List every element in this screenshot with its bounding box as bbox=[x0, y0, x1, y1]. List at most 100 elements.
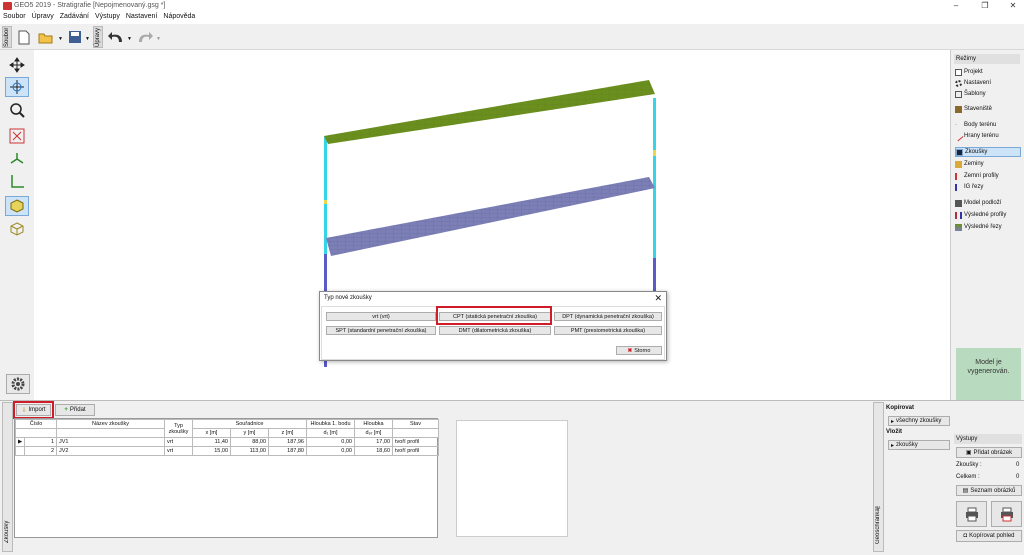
section-icon bbox=[955, 183, 962, 191]
solid-view-icon[interactable] bbox=[5, 196, 29, 216]
clipboard-panel: Kopírovat ▸ všechny zkoušky Vložit ▸ zkouš… bbox=[884, 402, 950, 552]
rotate-move-icon[interactable] bbox=[5, 77, 29, 97]
app-icon bbox=[3, 2, 12, 10]
chevron-down-icon[interactable]: ▼ bbox=[85, 36, 90, 42]
clipboard-tab[interactable]: Geoschránka™ bbox=[873, 402, 884, 552]
undo-icon[interactable] bbox=[107, 28, 125, 46]
test-type-spt-button[interactable]: SPT (standardní penetrační zkouška) bbox=[326, 326, 436, 335]
wireframe-view-icon[interactable] bbox=[5, 219, 29, 239]
list-icon: ▤ bbox=[962, 488, 969, 494]
menu-edit[interactable]: Úpravy bbox=[29, 12, 57, 21]
col-number: Číslo bbox=[15, 419, 57, 429]
test-type-borehole-button[interactable]: vrt (vrt) bbox=[326, 312, 436, 321]
cancel-button[interactable]: ✖ Storno bbox=[616, 346, 662, 355]
tests-count-value: 0 bbox=[1016, 462, 1020, 468]
test-type-dpt-button[interactable]: DPT (dynamická penetrační zkouška) bbox=[554, 312, 662, 321]
col-first-depth: Hloubka 1. bodu bbox=[306, 419, 355, 429]
menu-file[interactable]: Soubor bbox=[0, 12, 29, 21]
col-name: Název zkoušky bbox=[56, 419, 165, 429]
add-image-button[interactable]: ▣ Přidat obrázek bbox=[956, 447, 1022, 458]
template-icon bbox=[955, 90, 962, 98]
col-x: x [m] bbox=[192, 428, 231, 438]
camera-icon: ◘ bbox=[963, 533, 968, 539]
chevron-down-icon[interactable]: ▼ bbox=[127, 36, 132, 42]
col-y: y [m] bbox=[230, 428, 269, 438]
menu-help[interactable]: Nápověda bbox=[160, 12, 198, 21]
mode-soils[interactable]: Zeminy bbox=[955, 159, 1021, 169]
mode-subsoil-model[interactable]: Model podloží bbox=[955, 198, 1021, 208]
highlight-frame bbox=[13, 401, 54, 419]
col-dpr: dₚᵣ [m] bbox=[354, 428, 393, 438]
chevron-right-icon: ▸ bbox=[891, 418, 895, 425]
close-button[interactable]: ✕ bbox=[1002, 0, 1024, 12]
settings-gear-icon[interactable] bbox=[6, 374, 30, 394]
borehole-right bbox=[653, 98, 656, 258]
mode-result-profiles[interactable]: Výsledné profily bbox=[955, 210, 1021, 220]
bottom-tab-tests[interactable]: Zkoušky bbox=[2, 402, 13, 552]
point-icon: · bbox=[955, 121, 957, 128]
menu-settings[interactable]: Nastavení bbox=[123, 12, 161, 21]
menu-input[interactable]: Zadávání bbox=[57, 12, 92, 21]
paste-tests-button[interactable]: ▸ zkoušky bbox=[888, 440, 950, 450]
redo-icon[interactable] bbox=[136, 28, 154, 46]
dialog-title: Typ nové zkoušky bbox=[324, 295, 372, 301]
window-title: GEO5 2019 - Stratigrafie [Nepojmenovaný.… bbox=[14, 2, 166, 9]
zoom-icon[interactable] bbox=[5, 100, 29, 120]
mode-settings[interactable]: Nastavení bbox=[955, 78, 1021, 88]
open-folder-icon[interactable] bbox=[37, 28, 55, 46]
col-coordinates: Souřadnice bbox=[192, 419, 307, 429]
image-list-button[interactable]: ▤ Seznam obrázků bbox=[956, 485, 1022, 496]
mode-soil-profiles[interactable]: Zemní profily bbox=[955, 171, 1021, 181]
col-z: z [m] bbox=[268, 428, 307, 438]
table-row[interactable]: ▶ 1 JV1 vrt 11,40 88,00 187,96 0,00 17,0… bbox=[14, 437, 439, 447]
image-icon: ▣ bbox=[965, 450, 972, 456]
cancel-icon: ✖ bbox=[627, 347, 633, 354]
toolbar: Soubor ▼ ▼ Úpravy ▼ ▼ bbox=[0, 24, 1024, 50]
col-d1: d₁ [m] bbox=[306, 428, 355, 438]
mode-templates[interactable]: Šablony bbox=[955, 89, 1021, 99]
copy-view-button[interactable]: ◘ Kopírovat pohled bbox=[956, 530, 1022, 542]
borehole-test-icon bbox=[956, 148, 963, 156]
fit-view-icon[interactable] bbox=[5, 126, 29, 146]
save-icon[interactable] bbox=[66, 28, 84, 46]
preview-box bbox=[456, 420, 568, 537]
dialog-close-icon[interactable]: ✕ bbox=[654, 293, 662, 304]
axes-3d-icon[interactable] bbox=[5, 149, 29, 169]
col-state: Stav bbox=[392, 419, 439, 429]
mode-tests[interactable]: Zkoušky bbox=[955, 147, 1021, 157]
modes-header: Režimy bbox=[954, 54, 1020, 64]
outputs-header: Výstupy bbox=[954, 434, 1022, 444]
borehole-left bbox=[324, 136, 327, 254]
new-file-icon[interactable] bbox=[15, 28, 33, 46]
new-test-type-dialog: Typ nové zkoušky ✕ vrt (vrt) CPT (static… bbox=[319, 291, 667, 361]
menu-bar: Soubor Úpravy Zadávání Výstupy Nastavení Nápo… bbox=[0, 12, 1024, 24]
paste-label: Vložit bbox=[886, 429, 902, 435]
mode-project[interactable]: Projekt bbox=[955, 67, 1021, 77]
toolbar-tab-edit[interactable]: Úpravy bbox=[93, 26, 103, 48]
printer-preview-icon bbox=[1000, 507, 1013, 522]
mode-site[interactable]: Staveniště bbox=[955, 104, 1021, 114]
print-preview-button[interactable] bbox=[991, 501, 1022, 527]
table-row[interactable]: 2 JV2 vrt 15,00 113,00 187,80 0,00 18,60… bbox=[14, 446, 439, 456]
add-button[interactable]: + Přidat bbox=[55, 404, 95, 416]
toolbar-tab-file[interactable]: Soubor bbox=[2, 26, 12, 48]
mode-result-sections[interactable]: Výsledné řezy bbox=[955, 222, 1021, 232]
axes-2d-icon[interactable] bbox=[5, 171, 29, 191]
chevron-down-icon[interactable]: ▼ bbox=[156, 36, 161, 42]
mode-ig-sections[interactable]: IG řezy bbox=[955, 182, 1021, 192]
mode-terrain-edges[interactable]: Hrany terénu bbox=[953, 131, 1021, 141]
minimize-button[interactable]: – bbox=[945, 0, 967, 12]
test-type-pmt-button[interactable]: PMT (presiometrická zkouška) bbox=[554, 326, 662, 335]
site-icon bbox=[955, 105, 962, 113]
chevron-down-icon[interactable]: ▼ bbox=[58, 36, 63, 42]
test-type-dmt-button[interactable]: DMT (dilatometrická zkouška) bbox=[439, 326, 551, 335]
document-icon bbox=[955, 68, 962, 76]
print-button[interactable] bbox=[956, 501, 987, 527]
maximize-button[interactable]: ❐ bbox=[974, 0, 996, 12]
mode-terrain-points[interactable]: · Body terénu bbox=[955, 120, 1021, 130]
title-bar: GEO5 2019 - Stratigrafie [Nepojmenovaný.… bbox=[0, 0, 1024, 12]
copy-all-tests-button[interactable]: ▸ všechny zkoušky bbox=[888, 416, 950, 426]
highlight-frame-cpt bbox=[436, 306, 552, 325]
menu-outputs[interactable]: Výstupy bbox=[92, 12, 123, 21]
move-icon[interactable] bbox=[5, 55, 29, 75]
